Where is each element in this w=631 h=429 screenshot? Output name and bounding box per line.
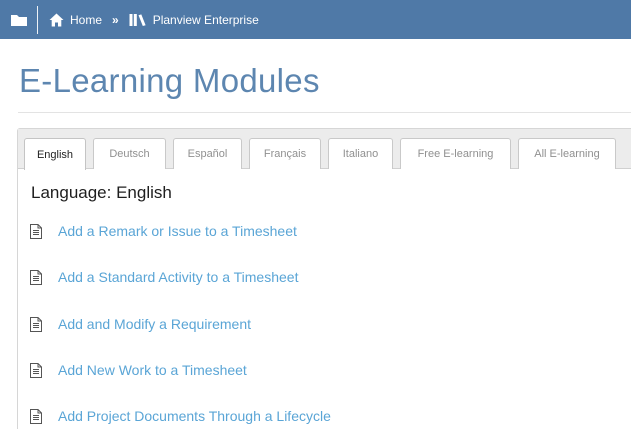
list-item: Add a Remark or Issue to a Timesheet [29,221,297,241]
tab-deutsch[interactable]: Deutsch [93,138,166,169]
home-icon[interactable] [49,13,64,27]
module-link[interactable]: Add a Remark or Issue to a Timesheet [58,223,297,239]
list-item: Add and Modify a Requirement [29,314,251,334]
document-icon [29,316,43,332]
document-icon [29,269,43,285]
page-title: E-Learning Modules [19,62,320,99]
tab-all-elearning[interactable]: All E-learning [518,138,616,169]
tab-english[interactable]: English [24,138,86,170]
language-tabs: English Deutsch Español Français Italian… [18,129,631,170]
list-item: Add New Work to a Timesheet [29,360,247,380]
document-icon [29,362,43,378]
tab-espanol[interactable]: Español [173,138,242,169]
folder-icon[interactable] [0,0,37,39]
top-nav-bar: Home » Planview Enterprise [0,0,631,39]
nav-divider [37,5,38,34]
tab-italiano[interactable]: Italiano [328,138,393,169]
library-icon [129,13,147,27]
list-item: Add a Standard Activity to a Timesheet [29,267,298,287]
language-heading: Language: English [31,183,172,202]
tab-free-elearning[interactable]: Free E-learning [400,138,511,169]
elearning-panel: English Deutsch Español Français Italian… [17,128,631,429]
document-icon [29,408,43,424]
module-link[interactable]: Add Project Documents Through a Lifecycl… [58,408,331,424]
breadcrumb-separator: » [112,12,119,27]
document-icon [29,223,43,239]
breadcrumb-app[interactable]: Planview Enterprise [153,13,259,27]
breadcrumb-home[interactable]: Home [70,13,102,27]
module-link[interactable]: Add a Standard Activity to a Timesheet [58,269,298,285]
tab-francais[interactable]: Français [249,138,321,169]
module-link[interactable]: Add New Work to a Timesheet [58,362,247,378]
title-divider [18,112,631,113]
module-link[interactable]: Add and Modify a Requirement [58,316,251,332]
list-item: Add Project Documents Through a Lifecycl… [29,406,331,426]
